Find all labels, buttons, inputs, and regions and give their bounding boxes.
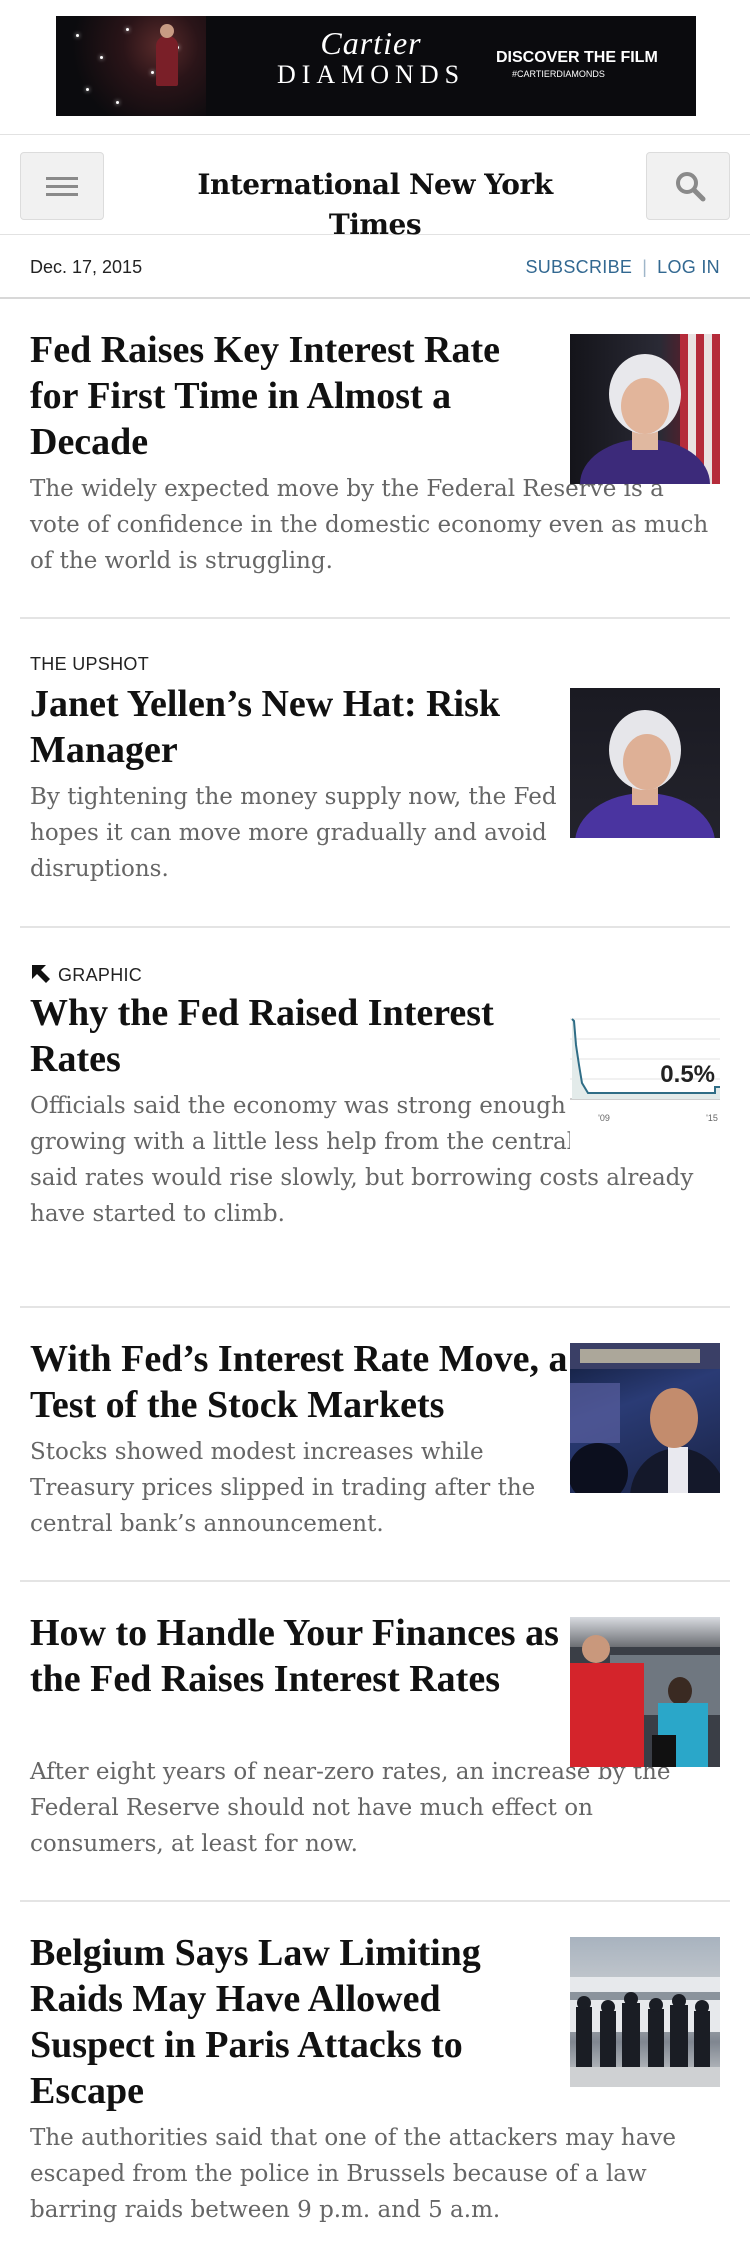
story-item[interactable]: Belgium Says Law Limiting Raids May Have…: [20, 1902, 730, 2258]
story-thumbnail[interactable]: [570, 688, 720, 838]
date-bar: Dec. 17, 2015 SUBSCRIBE | LOG IN: [0, 235, 750, 299]
story-item[interactable]: THE UPSHOT Janet Yellen’s New Hat: Risk …: [20, 619, 730, 928]
ad-cta-text: DISCOVER THE FILM: [496, 49, 658, 66]
story-summary: After eight years of near-zero rates, an…: [30, 1759, 671, 1857]
site-logo[interactable]: International New York Times: [150, 165, 600, 245]
story-summary: The widely expected move by the Federal …: [30, 476, 709, 574]
story-thumbnail[interactable]: [570, 1617, 720, 1767]
story-thumbnail[interactable]: [570, 1343, 720, 1493]
ad-brand-caps: DIAMONDS: [276, 60, 466, 89]
story-thumbnail[interactable]: [570, 334, 720, 484]
account-separator: |: [642, 257, 648, 277]
story-summary: By tightening the money supply now, the …: [30, 784, 557, 882]
ad-banner-area: Cartier DIAMONDS DISCOVER THE FILM #CART…: [0, 0, 750, 134]
story-headline[interactable]: Why the Fed Raised Interest Rates: [30, 990, 550, 1082]
hamburger-menu-icon: [46, 177, 78, 197]
ad-hashtag: #CARTIERDIAMONDS: [512, 69, 605, 79]
login-link[interactable]: LOG IN: [657, 257, 720, 277]
search-icon: [676, 172, 706, 202]
story-headline[interactable]: With Fed’s Interest Rate Move, a Test of…: [30, 1336, 570, 1428]
story-kicker-label: GRAPHIC: [58, 965, 143, 985]
arrow-up-left-icon: [32, 965, 50, 983]
story-item[interactable]: GRAPHIC Why the Fed Raised Interest Rate…: [20, 928, 730, 1308]
search-button[interactable]: [646, 152, 730, 220]
story-item[interactable]: With Fed’s Interest Rate Move, a Test of…: [20, 1308, 730, 1582]
story-headline[interactable]: How to Handle Your Finances as the Fed R…: [30, 1610, 570, 1702]
ad-cta[interactable]: DISCOVER THE FILM #CARTIERDIAMONDS: [496, 49, 696, 81]
ad-photo: [56, 16, 206, 116]
story-item[interactable]: Fed Raises Key Interest Rate for First T…: [20, 299, 730, 619]
story-headline[interactable]: Belgium Says Law Limiting Raids May Have…: [30, 1930, 550, 2114]
story-item[interactable]: How to Handle Your Finances as the Fed R…: [20, 1582, 730, 1902]
ad-brand-script: Cartier: [320, 25, 422, 61]
story-summary: The authorities said that one of the att…: [30, 2125, 677, 2223]
ad-brand: Cartier DIAMONDS: [206, 26, 536, 90]
story-headline[interactable]: Janet Yellen’s New Hat: Risk Manager: [30, 681, 550, 773]
cartier-ad[interactable]: Cartier DIAMONDS DISCOVER THE FILM #CART…: [56, 16, 696, 116]
story-thumbnail[interactable]: [570, 1937, 720, 2087]
rate-chart: 0.5% '09 '15: [570, 1018, 720, 1123]
story-headline[interactable]: Fed Raises Key Interest Rate for First T…: [30, 327, 550, 465]
chart-x-tick-start: '09: [598, 1113, 610, 1123]
site-header: International New York Times: [0, 134, 750, 241]
menu-button[interactable]: [20, 152, 104, 220]
story-kicker: THE UPSHOT: [30, 654, 150, 674]
story-kicker: GRAPHIC: [30, 963, 142, 986]
rate-chart-thumbnail[interactable]: 0.5% '09 '15: [570, 1005, 720, 1155]
story-summary: Stocks showed modest increases while Tre…: [30, 1439, 536, 1537]
account-links: SUBSCRIBE | LOG IN: [525, 257, 720, 278]
subscribe-link[interactable]: SUBSCRIBE: [525, 257, 632, 277]
chart-x-tick-end: '15: [706, 1113, 718, 1123]
chart-value-label: 0.5%: [660, 1061, 715, 1088]
current-date: Dec. 17, 2015: [30, 257, 143, 277]
